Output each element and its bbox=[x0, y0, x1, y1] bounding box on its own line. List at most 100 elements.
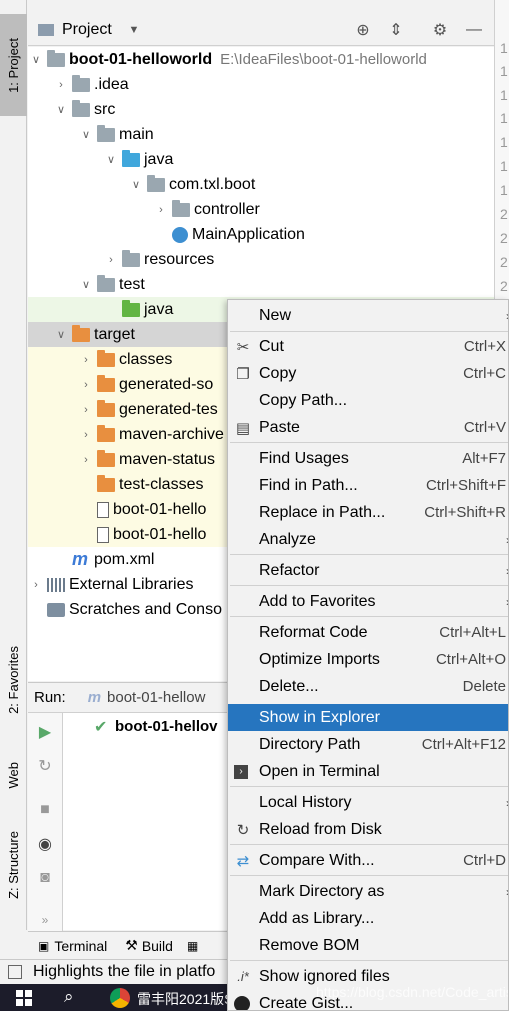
tree-item-src[interactable]: ∨ src bbox=[28, 97, 494, 122]
menu-separator bbox=[230, 786, 508, 787]
menu-item-cut[interactable]: ✂ Cut Ctrl+X bbox=[228, 333, 508, 360]
tab-web[interactable]: Web bbox=[0, 745, 27, 805]
toggle-panels-icon[interactable] bbox=[8, 965, 22, 979]
menu-item-new[interactable]: New › bbox=[228, 302, 508, 329]
camera-icon[interactable]: ◙ bbox=[34, 867, 56, 889]
line-number: 2 bbox=[500, 254, 508, 270]
gear-icon[interactable]: ⚙ bbox=[430, 20, 450, 40]
search-icon[interactable]: ⌕ bbox=[64, 987, 74, 1007]
tab-build[interactable]: Build bbox=[142, 938, 173, 954]
tab-terminal[interactable]: Terminal bbox=[54, 938, 107, 954]
menu-item-optimize-imports[interactable]: Optimize Imports Ctrl+Alt+O bbox=[228, 646, 508, 673]
menu-item-delete[interactable]: Delete... Delete bbox=[228, 673, 508, 700]
run-tree-item[interactable]: boot-01-hellov bbox=[115, 718, 218, 735]
menu-item-label: Remove BOM bbox=[259, 936, 360, 954]
tree-item-label: test bbox=[119, 275, 145, 293]
menu-item-local-history[interactable]: Local History › bbox=[228, 789, 508, 816]
play-icon[interactable]: ▶ bbox=[34, 721, 56, 743]
chevron-right-icon[interactable]: › bbox=[78, 454, 94, 466]
menu-item-refactor[interactable]: Refactor › bbox=[228, 557, 508, 584]
menu-item-find-usages[interactable]: Find Usages Alt+F7 bbox=[228, 445, 508, 472]
menu-item-shortcut: Ctrl+Alt+L bbox=[439, 624, 506, 641]
collapse-all-icon[interactable]: ⇕ bbox=[386, 20, 406, 40]
menu-item-label: Compare With... bbox=[259, 851, 375, 869]
chevron-down-icon[interactable]: ∨ bbox=[78, 278, 94, 291]
tree-item-resources[interactable]: › resources bbox=[28, 247, 494, 272]
menu-item-reload-from-disk[interactable]: ↻ Reload from Disk bbox=[228, 816, 508, 843]
excluded-folder-icon bbox=[97, 449, 115, 467]
context-menu: New › ✂ Cut Ctrl+X ❐ Copy Ctrl+C Copy Pa… bbox=[227, 299, 509, 1011]
tree-item-package[interactable]: ∨ com.txl.boot bbox=[28, 172, 494, 197]
menu-item-reformat-code[interactable]: Reformat Code Ctrl+Alt+L bbox=[228, 619, 508, 646]
chevron-right-icon[interactable]: › bbox=[53, 79, 69, 91]
tree-item-java[interactable]: ∨ java bbox=[28, 147, 494, 172]
copy-icon: ❐ bbox=[236, 365, 250, 383]
scissors-icon: ✂ bbox=[236, 338, 250, 356]
menu-item-compare-with[interactable]: ⇄ Compare With... Ctrl+D bbox=[228, 847, 508, 874]
menu-item-shortcut: Delete bbox=[462, 678, 506, 695]
menu-item-open-in-terminal[interactable]: › Open in Terminal bbox=[228, 758, 508, 785]
excluded-folder-icon bbox=[97, 474, 115, 492]
menu-item-add-as-library[interactable]: Add as Library... bbox=[228, 905, 508, 932]
compare-icon: ⇄ bbox=[236, 852, 250, 870]
menu-item-label: Reload from Disk bbox=[259, 820, 382, 838]
menu-item-copy[interactable]: ❐ Copy Ctrl+C bbox=[228, 360, 508, 387]
locate-icon[interactable]: ⊕ bbox=[353, 20, 373, 40]
tree-item-main[interactable]: ∨ main bbox=[28, 122, 494, 147]
menu-item-remove-bom[interactable]: Remove BOM bbox=[228, 932, 508, 959]
chevron-down-icon[interactable]: ∨ bbox=[28, 53, 44, 66]
tab-project[interactable]: 1: Project bbox=[0, 14, 27, 116]
menu-item-paste[interactable]: ▤ Paste Ctrl+V bbox=[228, 414, 508, 441]
ignored-files-icon: .i* bbox=[237, 969, 249, 984]
menu-item-find-in-path[interactable]: Find in Path... Ctrl+Shift+F bbox=[228, 472, 508, 499]
tree-item-idea[interactable]: › .idea bbox=[28, 72, 494, 97]
eye-icon[interactable]: ◉ bbox=[34, 833, 56, 855]
windows-start-icon[interactable] bbox=[16, 990, 32, 1006]
chevron-right-icon[interactable]: › bbox=[153, 204, 169, 216]
chevron-down-icon[interactable]: ∨ bbox=[103, 153, 119, 166]
menu-item-show-in-explorer[interactable]: Show in Explorer bbox=[228, 704, 508, 731]
chrome-icon[interactable] bbox=[110, 988, 130, 1008]
stop-icon[interactable]: ■ bbox=[34, 799, 56, 821]
chevron-right-icon[interactable]: › bbox=[78, 379, 94, 391]
chevron-right-icon[interactable]: › bbox=[28, 579, 44, 591]
chevron-right-icon[interactable]: › bbox=[78, 429, 94, 441]
more-icon[interactable]: » bbox=[34, 909, 56, 931]
menu-item-mark-directory-as[interactable]: Mark Directory as › bbox=[228, 878, 508, 905]
tree-item-controller[interactable]: › controller bbox=[28, 197, 494, 222]
menu-item-analyze[interactable]: Analyze › bbox=[228, 526, 508, 553]
line-number: 1 bbox=[500, 63, 508, 79]
chevron-down-icon[interactable]: ▼ bbox=[124, 20, 144, 40]
tree-item-root[interactable]: ∨ boot-01-helloworld E:\IdeaFiles\boot-0… bbox=[28, 47, 494, 72]
menu-item-label: Show ignored files bbox=[259, 967, 390, 985]
chevron-right-icon[interactable]: › bbox=[78, 354, 94, 366]
tree-item-mainapplication[interactable]: MainApplication bbox=[28, 222, 494, 247]
tab-favorites[interactable]: 2: Favorites bbox=[0, 630, 27, 730]
menu-separator bbox=[230, 585, 508, 586]
menu-item-shortcut: Ctrl+C bbox=[463, 365, 506, 382]
chevron-down-icon[interactable]: ∨ bbox=[78, 128, 94, 141]
chevron-down-icon[interactable]: ∨ bbox=[53, 328, 69, 341]
taskbar-app-label[interactable]: 雷丰阳2021版Sp bbox=[137, 989, 241, 1009]
line-number: 1 bbox=[500, 40, 508, 56]
project-panel-title[interactable]: Project bbox=[62, 21, 112, 39]
tab-structure[interactable]: Z: Structure bbox=[0, 815, 27, 915]
minimize-icon[interactable]: — bbox=[464, 20, 484, 40]
menu-item-add-to-favorites[interactable]: Add to Favorites › bbox=[228, 588, 508, 615]
chevron-right-icon[interactable]: › bbox=[103, 254, 119, 266]
menu-item-label: Local History bbox=[259, 793, 352, 811]
run-config-tab[interactable]: boot-01-hellow bbox=[107, 689, 205, 706]
chevron-down-icon[interactable]: ∨ bbox=[128, 178, 144, 191]
chevron-down-icon[interactable]: ∨ bbox=[53, 103, 69, 116]
menu-item-replace-in-path[interactable]: Replace in Path... Ctrl+Shift+R bbox=[228, 499, 508, 526]
menu-item-directory-path[interactable]: Directory Path Ctrl+Alt+F12 bbox=[228, 731, 508, 758]
libraries-icon bbox=[47, 577, 65, 592]
tree-item-test[interactable]: ∨ test bbox=[28, 272, 494, 297]
chevron-right-icon[interactable]: › bbox=[78, 404, 94, 416]
tree-item-label: java bbox=[144, 150, 174, 168]
menu-item-copy-path[interactable]: Copy Path... bbox=[228, 387, 508, 414]
spring-boot-icon: m bbox=[87, 689, 102, 706]
rerun-icon[interactable]: ↻ bbox=[34, 755, 56, 777]
folder-icon bbox=[36, 20, 56, 40]
line-number: 1 bbox=[500, 134, 508, 150]
